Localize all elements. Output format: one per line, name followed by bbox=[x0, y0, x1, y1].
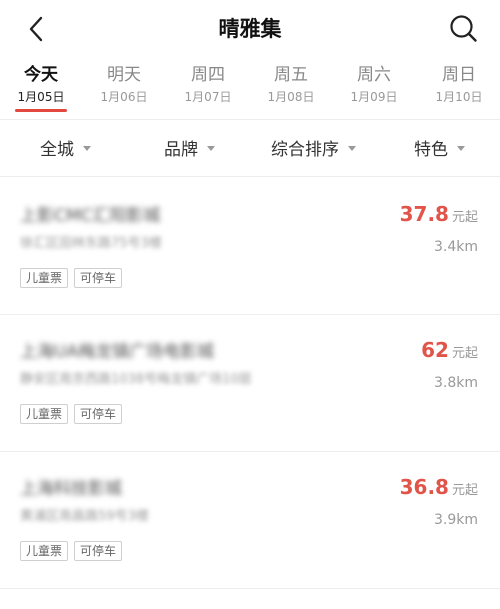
cinema-tags: 儿童票 可停车 bbox=[20, 540, 128, 561]
filter-label: 全城 bbox=[40, 140, 74, 160]
filter-city[interactable]: 全城 bbox=[40, 138, 91, 162]
date-tab-tomorrow[interactable]: 明天 1月06日 bbox=[91, 62, 157, 105]
cinema-address: 静安区南京西路1038号梅龙镇广场10层 bbox=[20, 372, 252, 387]
date-tab-weekday: 周五 bbox=[274, 65, 308, 85]
date-tab-saturday[interactable]: 周六 1月09日 bbox=[341, 62, 407, 105]
date-tab-date: 1月10日 bbox=[435, 90, 483, 104]
date-tab-date: 1月08日 bbox=[267, 90, 315, 104]
date-tab-friday[interactable]: 周五 1月08日 bbox=[258, 62, 324, 105]
caret-down-icon bbox=[457, 145, 465, 151]
cinema-name: 上海UA梅龙镇广场电影城 bbox=[20, 342, 215, 362]
cinema-price: 36.8 元起 bbox=[400, 475, 478, 499]
date-tab-weekday: 周六 bbox=[357, 65, 391, 85]
price-unit: 元起 bbox=[451, 346, 478, 361]
filter-sort[interactable]: 综合排序 bbox=[271, 138, 356, 162]
price-value: 62 bbox=[421, 338, 449, 362]
date-tab-thursday[interactable]: 周四 1月07日 bbox=[175, 62, 241, 105]
tag-parking: 可停车 bbox=[74, 541, 123, 561]
date-tab-sunday[interactable]: 周日 1月10日 bbox=[426, 62, 492, 105]
cinema-tags: 儿童票 可停车 bbox=[20, 267, 128, 288]
divider bbox=[0, 119, 500, 120]
cinema-distance: 3.9km bbox=[433, 512, 478, 528]
divider bbox=[0, 588, 500, 589]
date-tabs: 今天 1月05日 明天 1月06日 周四 1月07日 周五 1月08日 周六 1… bbox=[0, 62, 500, 116]
date-tab-date: 1月05日 bbox=[17, 90, 65, 104]
date-tab-weekday: 明天 bbox=[107, 65, 141, 85]
cinema-card[interactable]: 上影CMC汇阳影城 徐汇区田林东路75号3楼 儿童票 可停车 37.8 元起 3.4… bbox=[0, 190, 500, 314]
cinema-name: 上海科技影城 bbox=[20, 479, 122, 499]
filter-label: 特色 bbox=[414, 140, 448, 160]
cinema-address: 徐汇区田林东路75号3楼 bbox=[20, 236, 162, 251]
price-unit: 元起 bbox=[451, 210, 478, 225]
divider bbox=[0, 176, 500, 177]
filter-brand[interactable]: 品牌 bbox=[164, 138, 215, 162]
tag-parking: 可停车 bbox=[74, 404, 123, 424]
tag-child-ticket: 儿童票 bbox=[20, 541, 69, 561]
filter-label: 品牌 bbox=[164, 140, 198, 160]
cinema-name: 上影CMC汇阳影城 bbox=[20, 206, 161, 226]
search-icon[interactable] bbox=[448, 13, 478, 43]
tag-child-ticket: 儿童票 bbox=[20, 404, 69, 424]
cinema-card[interactable]: 上海UA梅龙镇广场电影城 静安区南京西路1038号梅龙镇广场10层 儿童票 可停车… bbox=[0, 326, 500, 450]
active-tab-indicator bbox=[15, 109, 67, 112]
cinema-card[interactable]: 上海科技影城 黄浦区南昌路59号3楼 儿童票 可停车 36.8 元起 3.9km bbox=[0, 463, 500, 587]
date-tab-today[interactable]: 今天 1月05日 bbox=[8, 62, 74, 105]
filter-bar: 全城 品牌 综合排序 特色 bbox=[0, 126, 500, 174]
filter-feature[interactable]: 特色 bbox=[414, 138, 465, 162]
divider bbox=[0, 451, 500, 452]
caret-down-icon bbox=[348, 145, 356, 151]
cinema-address: 黄浦区南昌路59号3楼 bbox=[20, 509, 149, 524]
page-title: 晴雅集 bbox=[218, 17, 282, 41]
filter-label: 综合排序 bbox=[271, 140, 339, 160]
date-tab-date: 1月09日 bbox=[350, 90, 398, 104]
date-tab-date: 1月06日 bbox=[100, 90, 148, 104]
date-tab-weekday: 周日 bbox=[442, 65, 476, 85]
date-tab-date: 1月07日 bbox=[184, 90, 232, 104]
divider bbox=[0, 314, 500, 315]
caret-down-icon bbox=[83, 145, 91, 151]
date-tab-weekday: 周四 bbox=[191, 65, 225, 85]
price-value: 36.8 bbox=[399, 475, 449, 499]
tag-child-ticket: 儿童票 bbox=[20, 268, 69, 288]
cinema-tags: 儿童票 可停车 bbox=[20, 403, 128, 424]
cinema-price: 37.8 元起 bbox=[400, 202, 478, 226]
cinema-price: 62 元起 bbox=[421, 338, 478, 362]
price-value: 37.8 bbox=[399, 202, 449, 226]
date-tab-weekday: 今天 bbox=[24, 65, 58, 85]
caret-down-icon bbox=[207, 145, 215, 151]
cinema-distance: 3.4km bbox=[433, 239, 478, 255]
tag-parking: 可停车 bbox=[74, 268, 123, 288]
top-nav-bar: 晴雅集 bbox=[0, 0, 500, 56]
price-unit: 元起 bbox=[451, 483, 478, 498]
cinema-distance: 3.8km bbox=[433, 375, 478, 391]
